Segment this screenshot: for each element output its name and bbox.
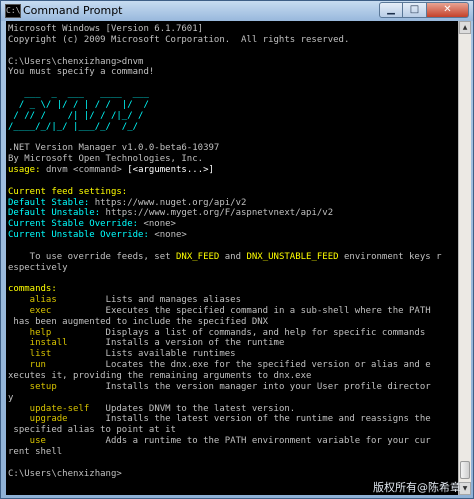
feed-label: Current Stable Override: [8,219,139,230]
scroll-up-arrow-icon[interactable]: ▲ [459,21,471,34]
publisher-line: By Microsoft Open Technologies, Inc. [8,154,204,165]
title-bar[interactable]: C:\ Command Prompt ▁ □ ✕ [1,1,473,21]
banner-line: /____/_/|_/ |___/_/ /_/ [8,121,139,132]
command-name: setup [8,381,57,392]
command-description: Updates DNVM to the latest version. [105,403,296,414]
cmd-app-icon[interactable]: C:\ [5,4,21,18]
override-text: To use override feeds, set [8,251,176,262]
command-name: install [8,338,68,349]
command-description: Installs the version manager into your U… [105,381,431,392]
command-description: Installs a version of the runtime [105,338,285,349]
minimize-button[interactable]: ▁ [379,2,403,18]
feed-value: https://www.myget.org/F/aspnetvnext/api/… [105,208,334,219]
feed-settings-heading: Current feed settings: [8,186,128,197]
command-description-wrap: xecutes it, providing the remaining argu… [8,371,312,381]
feed-label: Current Unstable Override: [8,230,149,241]
command-name: run [8,360,46,371]
copyright-line: Copyright (c) 2009 Microsoft Corporation… [8,34,350,45]
banner-line: / // / /| |/ / /|_/ / [8,110,144,121]
console-output: Microsoft Windows [Version 6.1.7601] Cop… [6,21,458,479]
command-description-wrap: y [8,392,14,403]
command-description-wrap: specified alias to point at it [8,425,176,436]
command-description-wrap: has been augmented to include the specif… [8,316,269,327]
command-name: update-self [8,403,90,414]
command-name: use [8,436,46,447]
command-description: Lists and manages aliases [105,295,242,306]
banner-line: ___ _ ___ ____ ___ [8,89,149,100]
command-name: alias [8,295,57,306]
command-name: upgrade [8,414,68,425]
prompt-line-current[interactable]: C:\Users\chenxizhang> [8,469,122,479]
command-description: Installs the latest version of the runti… [105,414,431,425]
window-title: Command Prompt [23,4,123,17]
banner-line: / _ \/ |/ / | / / |/ / [8,99,149,110]
env-var-dnx-unstable-feed: DNX_UNSTABLE_FEED [246,251,339,262]
scrollbar-thumb[interactable] [460,461,470,479]
maximize-button[interactable]: □ [403,2,427,18]
os-version-line: Microsoft Windows [Version 6.1.7601] [8,24,204,34]
feed-value: <none> [143,219,176,230]
feed-label: Default Unstable: [8,208,101,219]
command-description: Displays a list of commands, and help fo… [105,327,426,338]
feed-value: https://www.nuget.org/api/v2 [94,197,247,208]
feed-label: Default Stable: [8,197,90,208]
command-name: exec [8,305,52,316]
vertical-scrollbar[interactable]: ▲ ▼ [458,21,471,495]
command-description: Executes the specified command in a sub-… [105,305,431,316]
command-description-wrap: rent shell [8,446,63,457]
commands-heading: commands: [8,284,57,295]
command-description: Adds a runtime to the PATH environment v… [105,436,431,447]
override-text-wrap: espectively [8,262,68,273]
command-description: Locates the dnx.exe for the specified ve… [105,360,431,371]
command-name: list [8,349,52,360]
usage-command: dnvm [45,164,68,175]
copyright-watermark: 版权所有@陈希章 [373,481,461,494]
window-controls: ▁ □ ✕ [379,2,469,19]
command-description: Lists available runtimes [105,349,236,360]
close-button[interactable]: ✕ [427,2,469,18]
command-name: help [8,327,52,338]
usage-command-arg: <command> [73,164,122,175]
prompt-line: C:\Users\chenxizhang>dnvm [8,56,144,67]
override-text: and [219,251,247,262]
usage-arguments: [<arguments...>] [127,164,214,175]
console-area[interactable]: Microsoft Windows [Version 6.1.7601] Cop… [6,21,458,495]
command-prompt-window: C:\ Command Prompt ▁ □ ✕ Microsoft Windo… [0,0,474,499]
feed-value: <none> [154,230,187,241]
env-var-dnx-feed: DNX_FEED [175,251,220,262]
usage-label: usage: [8,164,41,175]
override-text: environment keys r [338,251,442,262]
error-message: You must specify a command! [8,67,155,78]
version-line: .NET Version Manager v1.0.0-beta6-10397 [8,143,220,154]
